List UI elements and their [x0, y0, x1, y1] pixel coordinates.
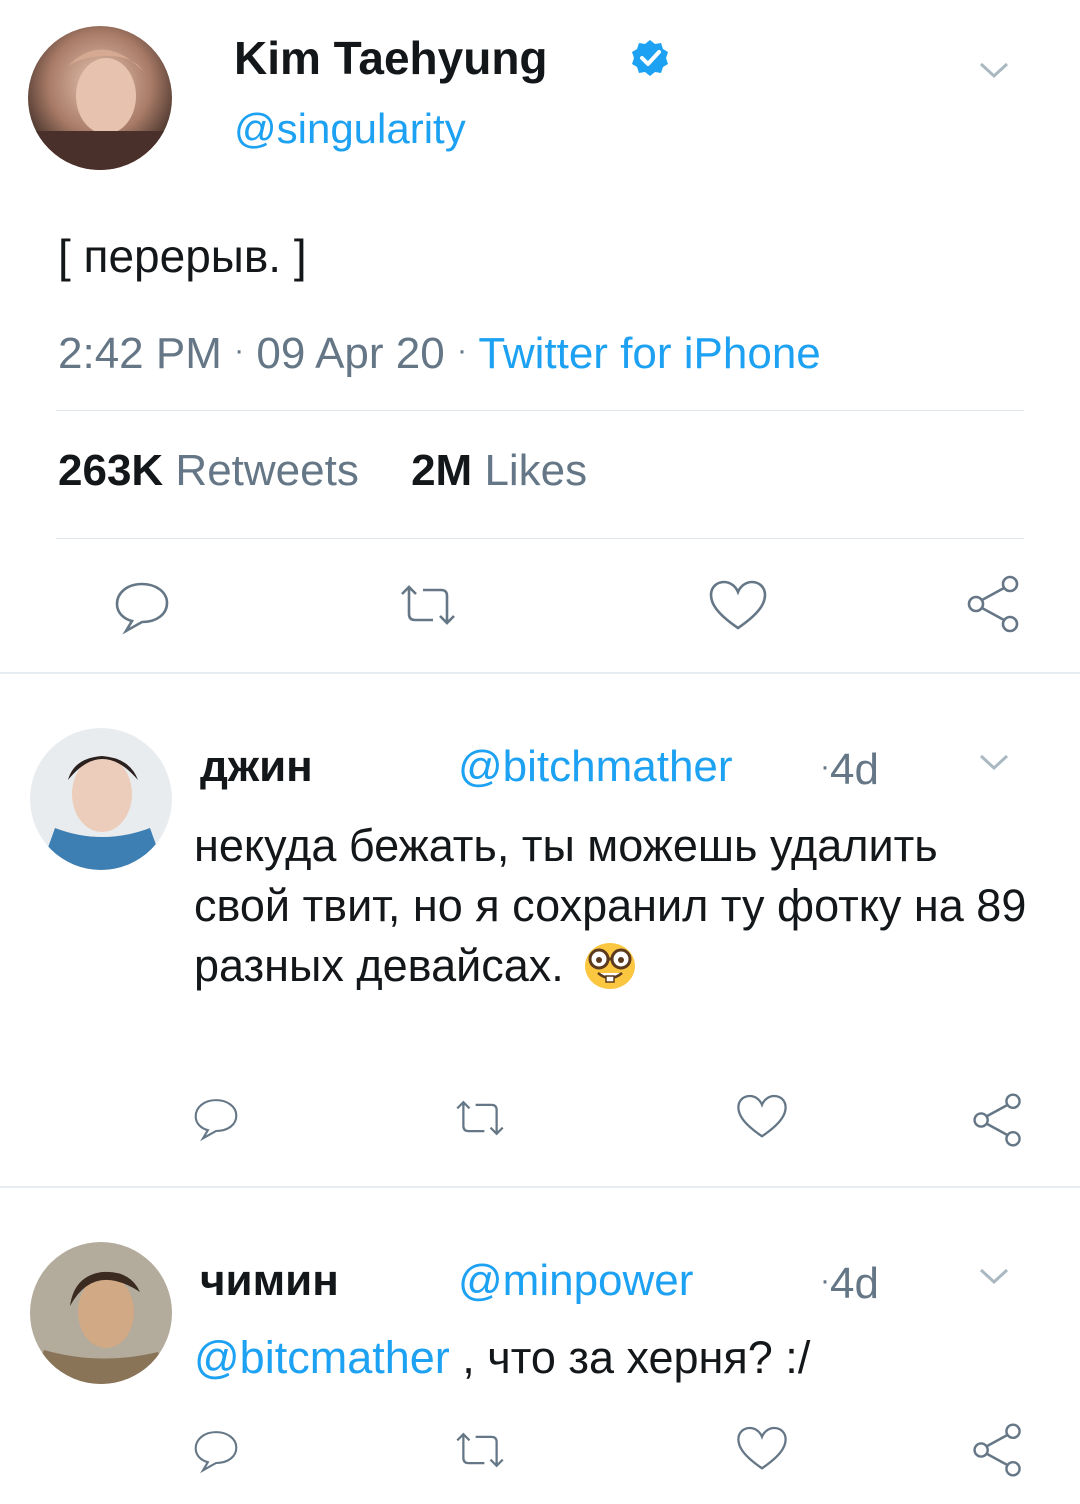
- like-button[interactable]: [706, 578, 770, 634]
- avatar-reply-2[interactable]: [30, 1242, 172, 1384]
- mention-link[interactable]: @bitcmather: [194, 1332, 450, 1383]
- retweets-label: Retweets: [175, 446, 359, 495]
- reply-author-handle[interactable]: @minpower: [458, 1254, 693, 1308]
- retweet-button[interactable]: [452, 1096, 508, 1140]
- likes-stat[interactable]: 2M Likes: [411, 446, 587, 495]
- reply-button[interactable]: [190, 1424, 242, 1476]
- tweet-meta: 2:42 PM · 09 Apr 20 · Twitter for iPhone: [58, 324, 821, 381]
- reply-text: @bitcmather , что за херня? :/: [194, 1328, 1034, 1388]
- retweet-icon: [456, 1100, 504, 1136]
- reply-age-value: 4d: [830, 745, 879, 794]
- reply-text-body: , что за херня? :/: [449, 1332, 811, 1383]
- tweet-stats: 263K Retweets 2M Likes: [58, 444, 587, 498]
- share-icon: [973, 1423, 1021, 1477]
- chevron-down-icon[interactable]: [976, 750, 1012, 774]
- reply-author-handle[interactable]: @bitchmather: [458, 740, 733, 794]
- likes-count: 2M: [411, 446, 473, 495]
- retweet-icon: [401, 585, 455, 625]
- retweets-stat[interactable]: 263K Retweets: [58, 446, 371, 495]
- share-button[interactable]: [962, 572, 1026, 636]
- share-icon: [967, 575, 1019, 633]
- reply-icon: [115, 582, 169, 635]
- like-button[interactable]: [734, 1092, 790, 1142]
- reply-author-name[interactable]: джин: [200, 742, 313, 791]
- tweet-source-link[interactable]: Twitter for iPhone: [478, 329, 820, 378]
- retweets-count: 263K: [58, 446, 164, 495]
- chevron-down-icon[interactable]: [976, 58, 1012, 82]
- section-divider: [0, 1186, 1080, 1188]
- share-icon: [973, 1093, 1021, 1147]
- reply-text: некуда бежать, ты можешь удалить свой тв…: [194, 816, 1034, 996]
- reply-icon: [194, 1099, 238, 1142]
- like-icon: [737, 1094, 787, 1138]
- section-divider: [0, 672, 1080, 674]
- meta-dot: ·: [820, 1264, 830, 1297]
- divider: [56, 410, 1024, 411]
- avatar-reply-1[interactable]: [30, 728, 172, 870]
- tweet-time: 2:42 PM: [58, 329, 222, 378]
- reply-age: ·4d: [820, 740, 879, 797]
- reply-author-name[interactable]: чимин: [200, 1256, 339, 1305]
- author-handle[interactable]: @singularity: [234, 104, 466, 154]
- reply-age: ·4d: [820, 1254, 879, 1311]
- meta-dot: ·: [234, 334, 245, 367]
- meta-dot: ·: [456, 334, 467, 367]
- nerd-face-emoji: [582, 939, 638, 991]
- like-icon: [737, 1426, 787, 1470]
- reply-button[interactable]: [110, 576, 174, 636]
- reply-age-value: 4d: [830, 1259, 879, 1308]
- reply-header: чимин @minpower ·4d: [200, 1254, 940, 1308]
- chevron-down-icon[interactable]: [976, 1264, 1012, 1288]
- share-button[interactable]: [968, 1420, 1028, 1480]
- author-name[interactable]: Kim Taehyung: [234, 32, 548, 84]
- retweet-button[interactable]: [396, 580, 460, 630]
- reply-icon: [194, 1431, 238, 1474]
- reply-header: джин @bitchmather ·4d: [200, 740, 940, 794]
- retweet-icon: [456, 1432, 504, 1468]
- reply-button[interactable]: [190, 1092, 242, 1144]
- avatar-main[interactable]: [28, 26, 172, 170]
- tweet-text: [ перерыв. ]: [58, 230, 307, 282]
- share-button[interactable]: [968, 1090, 1028, 1150]
- meta-dot: ·: [820, 750, 830, 783]
- like-icon: [709, 580, 767, 630]
- retweet-button[interactable]: [452, 1428, 508, 1472]
- like-button[interactable]: [734, 1424, 790, 1474]
- divider: [56, 538, 1024, 539]
- tweet-date: 09 Apr 20: [256, 329, 445, 378]
- likes-label: Likes: [484, 446, 588, 495]
- verified-badge-icon: [630, 38, 670, 78]
